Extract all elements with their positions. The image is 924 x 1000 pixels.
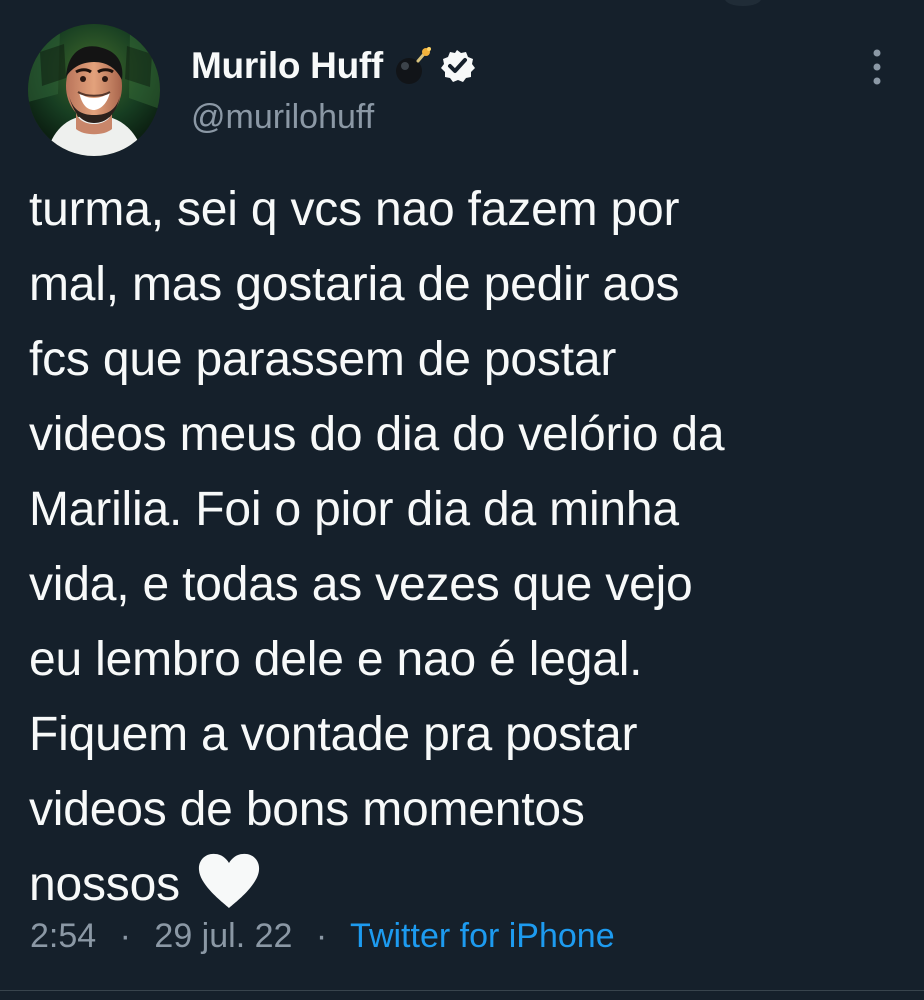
more-options-button[interactable] xyxy=(858,43,896,91)
profile-avatar-photo xyxy=(28,24,160,156)
meta-separator: · xyxy=(119,917,131,955)
tweet-line-with-heart: nossos xyxy=(29,847,899,922)
tweet-line: vida, e todas as vezes que vejo xyxy=(29,558,693,611)
username-handle[interactable]: @murilohuff xyxy=(191,98,374,137)
tweet-time[interactable]: 2:54 xyxy=(30,917,96,955)
tweet-line: turma, sei q vcs nao fazem por xyxy=(29,183,680,236)
tweet-header: Murilo Huff @murilohuff xyxy=(191,39,841,159)
tweet-date[interactable]: 29 jul. 22 xyxy=(154,917,292,955)
display-name[interactable]: Murilo Huff xyxy=(191,45,383,87)
bomb-icon xyxy=(391,44,435,88)
more-vertical-icon xyxy=(873,49,881,85)
name-row: Murilo Huff xyxy=(191,39,475,93)
avatar[interactable] xyxy=(28,24,160,156)
tweet-line: mal, mas gostaria de pedir aos xyxy=(29,258,680,311)
bottom-divider xyxy=(0,990,924,991)
tweet-line: Fiquem a vontade pra postar xyxy=(29,708,638,761)
tweet-line: Marilia. Foi o pior dia da minha xyxy=(29,483,679,536)
tweet-line: videos meus do dia do velório da xyxy=(29,408,725,461)
tweet-card: Murilo Huff @murilohuff turma, sei q vcs… xyxy=(0,0,924,1000)
tweet-text: turma, sei q vcs nao fazem por mal, mas … xyxy=(29,172,899,922)
tweet-metadata: 2:54 · 29 jul. 22 · Twitter for iPhone xyxy=(30,917,615,956)
tweet-line: videos de bons momentos xyxy=(29,783,585,836)
meta-separator: · xyxy=(315,917,328,955)
tweet-line: fcs que parassem de postar xyxy=(29,333,617,386)
top-edge-shape xyxy=(725,0,761,6)
tweet-line: eu lembro dele e nao é legal. xyxy=(29,633,643,686)
white-heart-icon xyxy=(196,852,262,910)
tweet-source-link[interactable]: Twitter for iPhone xyxy=(350,917,615,955)
tweet-line: nossos xyxy=(29,858,180,911)
verified-badge-icon xyxy=(439,48,475,84)
